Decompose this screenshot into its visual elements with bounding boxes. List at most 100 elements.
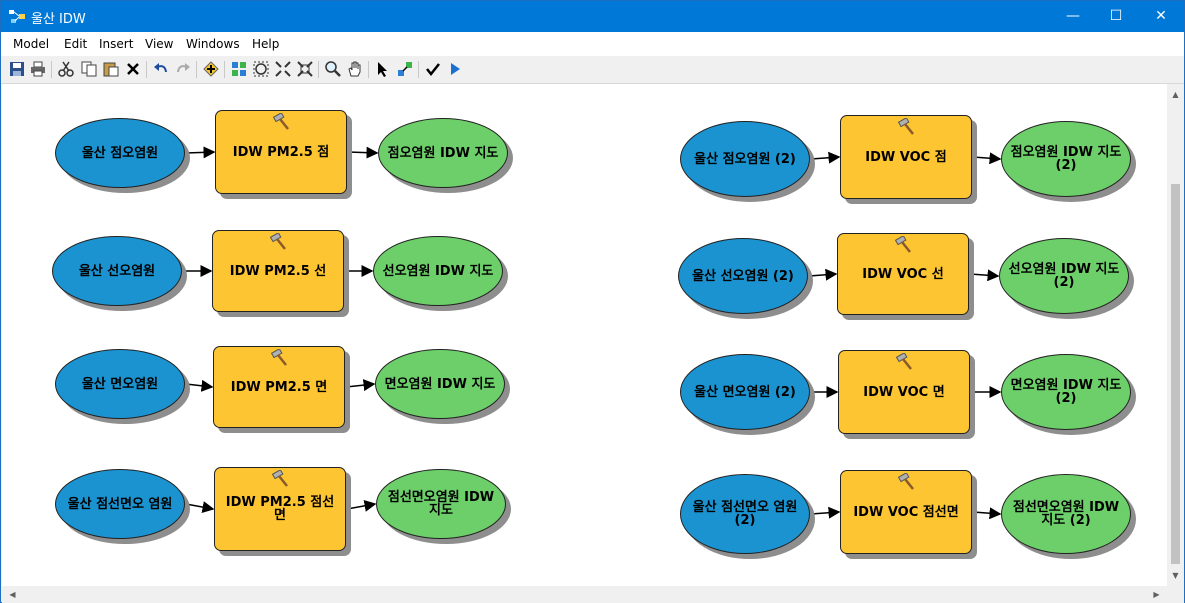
- tool-to-output-connector[interactable]: [347, 146, 379, 159]
- delete-icon[interactable]: [125, 61, 141, 77]
- save-icon[interactable]: [9, 61, 25, 77]
- hammer-icon: [895, 352, 914, 371]
- output-raster-node[interactable]: 점오염원 IDW 지도 (2): [1001, 121, 1131, 197]
- idw-tool-node-label: IDW PM2.5 점선 면: [225, 495, 335, 523]
- input-dataset-node[interactable]: 울산 점오염원: [55, 118, 185, 188]
- vertical-scrollbar[interactable]: ▲ ▼: [1167, 84, 1184, 586]
- idw-tool-node[interactable]: IDW PM2.5 점선 면: [214, 467, 346, 551]
- tool-to-output-connector[interactable]: [345, 379, 376, 392]
- output-raster-node-label: 면오염원 IDW 지도: [384, 376, 496, 392]
- hammer-icon: [894, 235, 913, 254]
- output-raster-node-label: 점오염원 IDW 지도 (2): [1010, 145, 1122, 173]
- hammer-icon: [897, 472, 916, 491]
- toolbar-separator: [418, 61, 419, 78]
- input-dataset-node-label: 울산 점선면오 염원: [67, 496, 173, 512]
- output-raster-node[interactable]: 면오염원 IDW 지도 (2): [1001, 354, 1131, 430]
- auto-layout-icon[interactable]: [231, 61, 247, 77]
- scroll-down-icon[interactable]: ▼: [1167, 567, 1184, 584]
- output-raster-node[interactable]: 점오염원 IDW 지도: [378, 118, 508, 188]
- idw-tool-node[interactable]: IDW VOC 점: [840, 115, 972, 199]
- input-to-tool-connector[interactable]: [810, 506, 841, 519]
- paste-icon[interactable]: [103, 61, 119, 77]
- input-dataset-node[interactable]: 울산 점오염원 (2): [680, 121, 810, 197]
- output-raster-node[interactable]: 면오염원 IDW 지도: [375, 349, 505, 419]
- input-dataset-node[interactable]: 울산 점선면오 염원 (2): [680, 474, 810, 554]
- idw-tool-node[interactable]: IDW PM2.5 면: [213, 346, 345, 428]
- run-icon[interactable]: [447, 61, 463, 77]
- tool-to-output-connector[interactable]: [972, 507, 1002, 520]
- input-dataset-node[interactable]: 울산 점선면오 염원: [55, 469, 185, 539]
- input-to-tool-connector[interactable]: [185, 379, 214, 392]
- menu-windows[interactable]: Windows: [186, 37, 240, 51]
- tool-to-output-connector[interactable]: [972, 152, 1002, 165]
- close-button[interactable]: ✕: [1138, 1, 1184, 32]
- print-icon[interactable]: [30, 61, 46, 77]
- toolbar-separator: [196, 61, 197, 78]
- tool-to-output-connector[interactable]: [969, 269, 1000, 282]
- tool-to-output-connector[interactable]: [346, 499, 377, 512]
- toolbar-separator: [368, 61, 369, 78]
- model-canvas[interactable]: 울산 점오염원 IDW PM2.5 점 점오염원 IDW 지도울산 선오염원 IDW …: [2, 84, 1167, 586]
- zoom-out-fixed-icon[interactable]: [297, 61, 313, 77]
- output-raster-node-label: 점선면오염원 IDW 지도 (2): [1012, 500, 1120, 528]
- model-app-icon: [9, 10, 25, 23]
- maximize-button[interactable]: ☐: [1093, 1, 1139, 32]
- vertical-scroll-thumb[interactable]: [1171, 184, 1180, 564]
- input-to-tool-connector[interactable]: [808, 268, 838, 281]
- connect-icon[interactable]: [397, 61, 413, 77]
- hammer-icon: [269, 232, 288, 251]
- input-dataset-node-label: 울산 선오염원 (2): [692, 268, 794, 284]
- idw-tool-node[interactable]: IDW VOC 선: [837, 233, 969, 315]
- minimize-button[interactable]: —: [1050, 1, 1096, 32]
- model-builder-window: 울산 IDW — ☐ ✕ Model Edit Insert View Wind…: [0, 0, 1185, 603]
- output-raster-node[interactable]: 선오염원 IDW 지도: [373, 236, 503, 306]
- toolbar-separator: [224, 61, 225, 78]
- input-dataset-node[interactable]: 울산 면오염원: [55, 349, 185, 419]
- select-icon[interactable]: [375, 61, 391, 77]
- input-dataset-node-label: 울산 선오염원: [78, 263, 156, 279]
- menu-help[interactable]: Help: [252, 37, 279, 51]
- redo-icon[interactable]: [175, 61, 191, 77]
- input-dataset-node-label: 울산 점오염원: [81, 145, 159, 161]
- input-dataset-node-label: 울산 점선면오 염원 (2): [692, 500, 798, 528]
- undo-icon[interactable]: [153, 61, 169, 77]
- menu-insert[interactable]: Insert: [99, 37, 133, 51]
- output-raster-node[interactable]: 선오염원 IDW 지도 (2): [999, 238, 1129, 314]
- output-raster-node[interactable]: 점선면오염원 IDW 지도: [376, 469, 506, 539]
- input-dataset-node[interactable]: 울산 선오염원: [52, 236, 182, 306]
- cut-icon[interactable]: [58, 61, 74, 77]
- hammer-icon: [272, 112, 291, 131]
- horizontal-scrollbar[interactable]: ◀ ▶: [2, 586, 1167, 603]
- idw-tool-node[interactable]: IDW PM2.5 선: [212, 230, 344, 312]
- validate-icon[interactable]: [425, 61, 441, 77]
- idw-tool-node[interactable]: IDW VOC 면: [838, 350, 970, 434]
- title-bar[interactable]: 울산 IDW — ☐ ✕: [1, 1, 1184, 32]
- menu-edit[interactable]: Edit: [64, 37, 87, 51]
- zoom-in-fixed-icon[interactable]: [275, 61, 291, 77]
- scroll-up-icon[interactable]: ▲: [1167, 86, 1184, 103]
- input-dataset-node-label: 울산 점오염원 (2): [694, 151, 796, 167]
- input-to-tool-connector[interactable]: [185, 501, 215, 513]
- output-raster-node-label: 선오염원 IDW 지도: [382, 263, 494, 279]
- zoom-icon[interactable]: [325, 61, 341, 77]
- add-data-icon[interactable]: [203, 61, 219, 77]
- input-dataset-node[interactable]: 울산 면오염원 (2): [680, 354, 810, 430]
- output-raster-node[interactable]: 점선면오염원 IDW 지도 (2): [1001, 474, 1131, 554]
- full-extent-icon[interactable]: [253, 61, 269, 77]
- pan-icon[interactable]: [347, 61, 363, 77]
- menu-view[interactable]: View: [145, 37, 173, 51]
- input-to-tool-connector[interactable]: [810, 151, 841, 164]
- input-to-tool-connector[interactable]: [185, 146, 216, 159]
- hammer-icon: [271, 469, 290, 488]
- copy-icon[interactable]: [81, 61, 97, 77]
- menu-bar: Model Edit Insert View Windows Help: [1, 32, 1184, 56]
- scroll-left-icon[interactable]: ◀: [4, 586, 21, 603]
- idw-tool-node-label: IDW PM2.5 선: [229, 263, 327, 279]
- output-raster-node-label: 면오염원 IDW 지도 (2): [1010, 378, 1122, 406]
- input-dataset-node[interactable]: 울산 선오염원 (2): [678, 238, 808, 314]
- menu-model[interactable]: Model: [13, 37, 49, 51]
- idw-tool-node[interactable]: IDW VOC 점선면: [840, 470, 972, 554]
- scroll-right-icon[interactable]: ▶: [1148, 586, 1165, 603]
- idw-tool-node[interactable]: IDW PM2.5 점: [215, 110, 347, 194]
- input-dataset-node-label: 울산 면오염원 (2): [694, 384, 796, 400]
